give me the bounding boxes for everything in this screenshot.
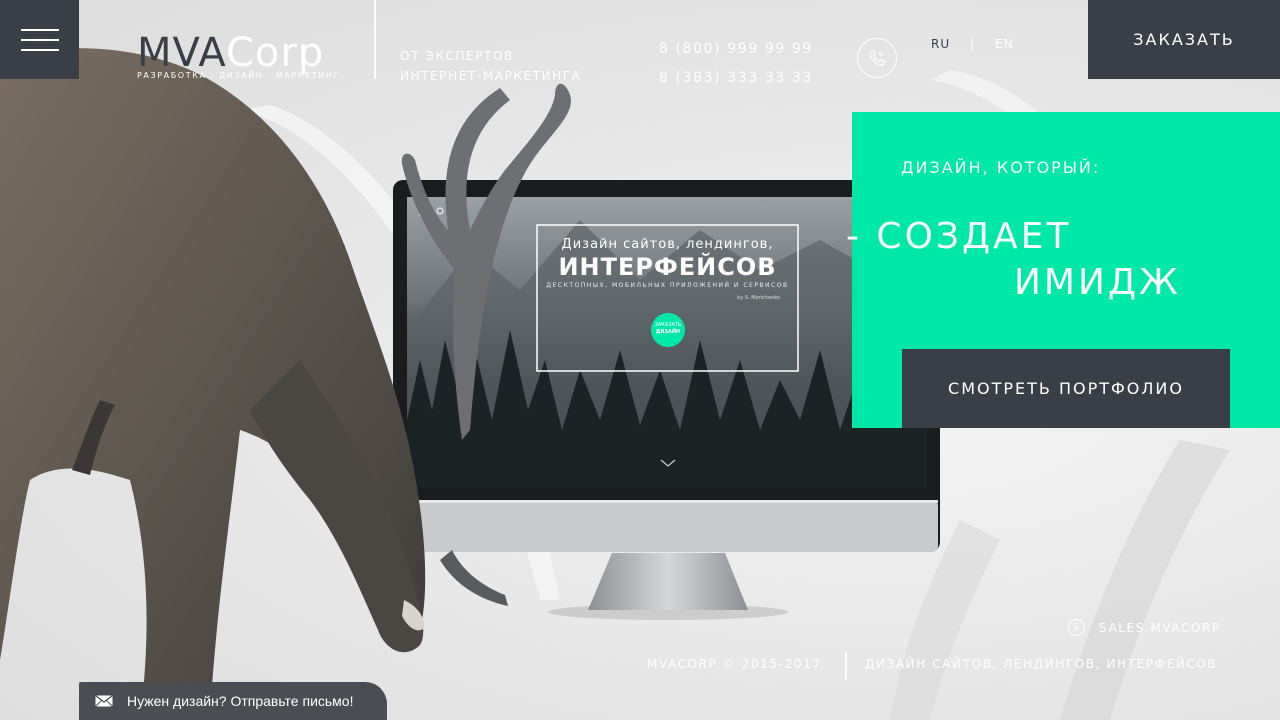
logo-wordmark: MVACorp xyxy=(137,33,340,73)
view-portfolio-button[interactable]: Смотреть портфолио xyxy=(902,349,1230,428)
header-divider xyxy=(374,0,376,79)
phone-numbers: 8 (800) 999 99 99 8 (383) 333 33 33 xyxy=(659,35,813,93)
screen-title-line2: интерфейсов xyxy=(558,253,777,281)
envelope-icon xyxy=(95,695,113,707)
skype-contact[interactable]: S sales.mvacorp xyxy=(1068,619,1221,636)
language-switcher: RU | EN xyxy=(931,37,1014,51)
screen-subtitle: десктопных, мобильных приложений и серви… xyxy=(546,282,789,289)
promo-headline-line2: имидж xyxy=(1014,262,1181,303)
callback-phone-icon[interactable] xyxy=(857,38,897,78)
logo-corp: Corp xyxy=(225,30,325,76)
menu-line-icon xyxy=(20,48,59,51)
menu-line-icon xyxy=(20,28,59,31)
screen-title-line1: Дизайн сайтов, лендингов, xyxy=(561,237,774,252)
tagline-line1: от экспертов xyxy=(400,49,514,63)
logo-mva: MVA xyxy=(137,30,226,76)
screen-cta-line2: дизайн xyxy=(655,329,681,335)
screen-cta-line1: заказать xyxy=(654,322,682,328)
monitor-screen-content: Дизайн сайтов, лендингов, интерфейсов де… xyxy=(537,225,798,371)
chat-label: Нужен дизайн? Отправьте письмо! xyxy=(127,693,354,709)
screen-cta: заказать дизайн xyxy=(651,322,685,336)
hamburger-menu-button[interactable] xyxy=(0,0,79,79)
menu-line-icon xyxy=(20,38,59,41)
skype-icon: S xyxy=(1068,619,1085,636)
order-button[interactable]: Заказать xyxy=(1088,0,1280,79)
phone-link-1[interactable]: 8 (800) 999 99 99 xyxy=(659,35,813,64)
logo-subtitle: Разработка . дизайн . маркетинг xyxy=(137,71,340,80)
logo[interactable]: MVACorp Разработка . дизайн . маркетинг xyxy=(137,33,340,80)
skype-login: sales.mvacorp xyxy=(1099,620,1221,635)
lang-separator: | xyxy=(970,37,976,51)
screen-author: by S. Morichenko xyxy=(737,295,780,301)
promo-headline-line1: - создает xyxy=(846,216,1072,257)
promo-label: Дизайн, который: xyxy=(901,158,1101,177)
header-tagline: от экспертов интернет-маркетинга xyxy=(400,46,582,86)
footer-divider xyxy=(845,652,847,680)
copyright: mvacorp © 2015-2017 xyxy=(647,657,822,671)
tagline-line2: интернет-маркетинга xyxy=(400,69,582,83)
footer-tagline: Дизайн сайтов, лендингов, интерфейсов xyxy=(865,657,1218,671)
phone-link-2[interactable]: 8 (383) 333 33 33 xyxy=(659,64,813,93)
lang-en[interactable]: EN xyxy=(995,37,1014,51)
lang-ru[interactable]: RU xyxy=(931,37,950,51)
chat-widget-button[interactable]: Нужен дизайн? Отправьте письмо! xyxy=(79,682,387,720)
